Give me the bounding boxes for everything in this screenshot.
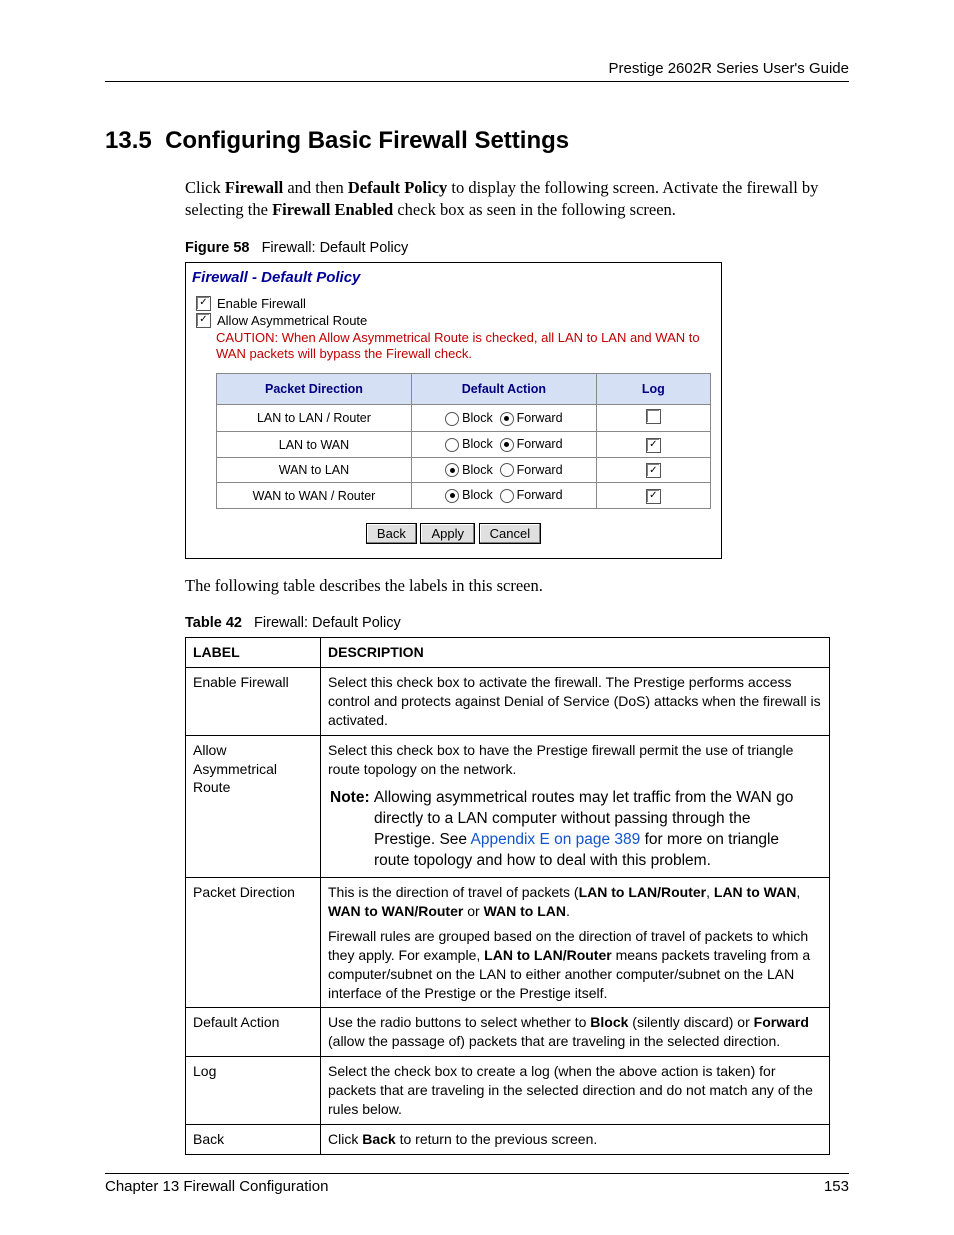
footer-page-number: 153 (824, 1178, 849, 1195)
back-button[interactable]: Back (366, 523, 417, 544)
running-header: Prestige 2602R Series User's Guide (105, 60, 849, 77)
allow-asym-route-checkbox[interactable]: ✓ (196, 313, 211, 328)
desc-header-label: LABEL (186, 638, 321, 668)
footer-chapter: Chapter 13 Firewall Configuration (105, 1178, 328, 1195)
block-radio[interactable] (445, 438, 459, 452)
table-row: Default Action Use the radio buttons to … (186, 1008, 830, 1057)
section-title: Configuring Basic Firewall Settings (165, 127, 569, 154)
block-radio[interactable] (445, 412, 459, 426)
log-checkbox[interactable] (646, 409, 661, 424)
table-row: Enable Firewall Select this check box to… (186, 667, 830, 735)
screenshot-firewall-default-policy: Firewall - Default Policy ✓ Enable Firew… (185, 262, 722, 559)
enable-firewall-checkbox[interactable]: ✓ (196, 296, 211, 311)
firewall-rules-table: Packet Direction Default Action Log LAN … (216, 373, 711, 509)
table-row: Allow Asymmetrical Route Select this che… (186, 735, 830, 877)
log-checkbox[interactable]: ✓ (646, 438, 661, 453)
section-heading: 13.5 Configuring Basic Firewall Settings (105, 127, 849, 155)
description-table: LABEL DESCRIPTION Enable Firewall Select… (185, 637, 830, 1155)
panel-title: Firewall - Default Policy (186, 263, 721, 294)
figure-caption: Figure 58 Firewall: Default Policy (185, 240, 849, 256)
block-radio[interactable] (445, 463, 459, 477)
log-checkbox[interactable]: ✓ (646, 463, 661, 478)
page-footer: Chapter 13 Firewall Configuration 153 (105, 1173, 849, 1195)
header-rule (105, 81, 849, 82)
apply-button[interactable]: Apply (420, 523, 475, 544)
table-row: Packet Direction This is the direction o… (186, 878, 830, 1008)
forward-radio[interactable] (500, 463, 514, 477)
desc-header-description: DESCRIPTION (321, 638, 830, 668)
forward-radio[interactable] (500, 438, 514, 452)
section-number: 13.5 (105, 127, 152, 154)
table-row: Log Select the check box to create a log… (186, 1057, 830, 1125)
log-checkbox[interactable]: ✓ (646, 489, 661, 504)
col-log: Log (596, 374, 710, 405)
forward-radio[interactable] (500, 412, 514, 426)
cancel-button[interactable]: Cancel (479, 523, 541, 544)
forward-radio[interactable] (500, 489, 514, 503)
post-figure-text: The following table describes the labels… (185, 575, 849, 597)
table-row: Back Click Back to return to the previou… (186, 1124, 830, 1154)
table-row: LAN to WAN Block Forward ✓ (217, 432, 711, 458)
table-row: WAN to LAN Block Forward ✓ (217, 457, 711, 483)
col-default-action: Default Action (411, 374, 596, 405)
caution-text: CAUTION: When Allow Asymmetrical Route i… (216, 330, 711, 364)
table-row: WAN to WAN / Router Block Forward ✓ (217, 483, 711, 509)
col-packet-direction: Packet Direction (217, 374, 412, 405)
appendix-link[interactable]: Appendix E on page 389 (471, 831, 641, 848)
allow-asym-route-label: Allow Asymmetrical Route (217, 313, 367, 328)
table-row: LAN to LAN / Router Block Forward (217, 405, 711, 432)
table-caption: Table 42 Firewall: Default Policy (185, 615, 849, 631)
block-radio[interactable] (445, 489, 459, 503)
intro-paragraph: Click Firewall and then Default Policy t… (185, 177, 849, 222)
enable-firewall-label: Enable Firewall (217, 296, 306, 311)
note-block: Note: Allowing asymmetrical routes may l… (328, 788, 822, 872)
